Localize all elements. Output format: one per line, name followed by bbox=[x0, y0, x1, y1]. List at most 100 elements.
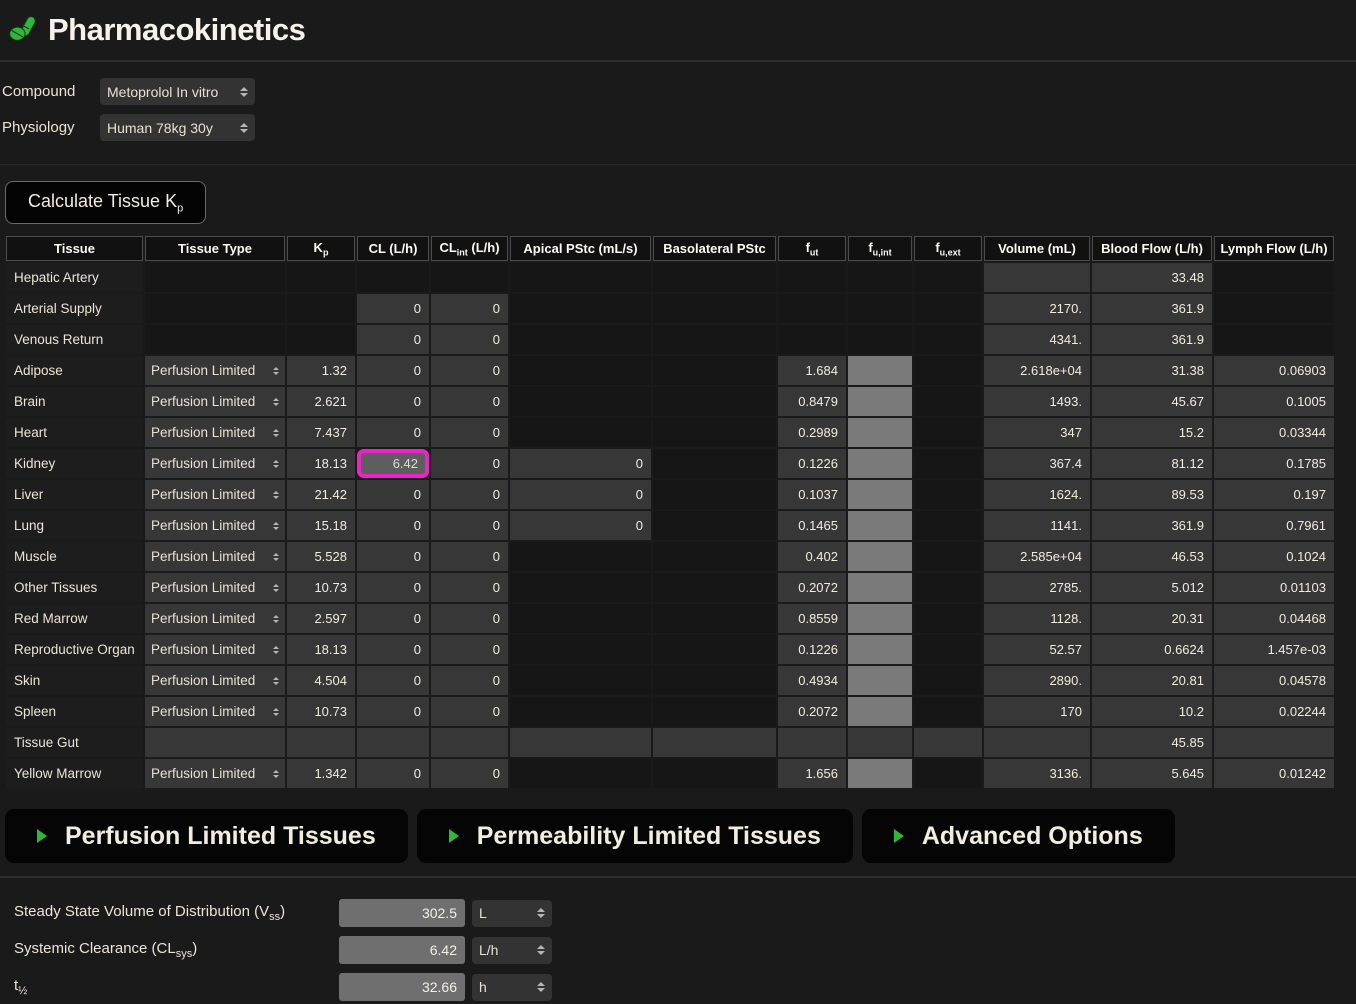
tissue-type-select[interactable]: Perfusion Limited bbox=[145, 759, 285, 788]
spinner-icon bbox=[273, 553, 279, 561]
tissue-type-select[interactable]: Perfusion Limited bbox=[145, 480, 285, 509]
cell-f-u-int[interactable] bbox=[848, 511, 912, 540]
tissue-type-select[interactable]: Perfusion Limited bbox=[145, 356, 285, 385]
cell-f-u-int[interactable] bbox=[848, 480, 912, 509]
divider bbox=[0, 164, 1356, 165]
cell-lymph-flow: 0.7961 bbox=[1214, 511, 1334, 540]
cell-cl[interactable]: 6.42 bbox=[357, 449, 429, 478]
cell-cl-int: 0 bbox=[431, 387, 508, 416]
cell-lymph-flow: 0.01103 bbox=[1214, 573, 1334, 602]
table-row: LiverPerfusion Limited21.420000.10371624… bbox=[6, 480, 1334, 509]
cell-f-u-int[interactable] bbox=[848, 697, 912, 726]
tissue-type-select-value: Perfusion Limited bbox=[151, 518, 255, 533]
cell-cl: 0 bbox=[357, 759, 429, 788]
cell-tissue: Brain bbox=[6, 387, 143, 416]
cell-f-u-int[interactable] bbox=[848, 449, 912, 478]
cell-tissue: Kidney bbox=[6, 449, 143, 478]
tissue-type-select[interactable]: Perfusion Limited bbox=[145, 604, 285, 633]
cell-f-u-int[interactable] bbox=[848, 542, 912, 571]
caret-right-icon bbox=[894, 829, 904, 843]
cell-cl-int: 0 bbox=[431, 449, 508, 478]
compound-select[interactable]: Metoprolol In vitro bbox=[100, 78, 255, 105]
clsys-input[interactable] bbox=[339, 936, 465, 964]
tissue-type-select[interactable]: Perfusion Limited bbox=[145, 387, 285, 416]
cell-volume: 2785. bbox=[984, 573, 1090, 602]
cell-f-u-int[interactable] bbox=[848, 635, 912, 664]
calculate-tissue-kp-button[interactable]: Calculate Tissue Kp bbox=[5, 181, 206, 224]
cell-tissue: Other Tissues bbox=[6, 573, 143, 602]
cell-basolateral-pstc bbox=[653, 294, 776, 323]
cell-f-u-int[interactable] bbox=[848, 573, 912, 602]
cell-f-ut: 0.1226 bbox=[778, 635, 846, 664]
cell-tissue: Liver bbox=[6, 480, 143, 509]
cell-kp: 1.32 bbox=[287, 356, 355, 385]
cell-f-u-int[interactable] bbox=[848, 418, 912, 447]
clsys-unit-select[interactable]: L/h bbox=[472, 937, 552, 964]
cell-basolateral-pstc bbox=[653, 325, 776, 354]
cell-f-u-int bbox=[848, 294, 912, 323]
cell-volume bbox=[984, 263, 1090, 292]
cell-f-u-int[interactable] bbox=[848, 759, 912, 788]
cell-cl: 0 bbox=[357, 356, 429, 385]
cell-blood-flow: 31.38 bbox=[1092, 356, 1212, 385]
cell-tissue: Red Marrow bbox=[6, 604, 143, 633]
tissue-type-select[interactable]: Perfusion Limited bbox=[145, 542, 285, 571]
cell-cl-int: 0 bbox=[431, 325, 508, 354]
cell-blood-flow: 33.48 bbox=[1092, 263, 1212, 292]
cell-cl: 0 bbox=[357, 294, 429, 323]
cell-kp: 10.73 bbox=[287, 573, 355, 602]
cell-volume: 3136. bbox=[984, 759, 1090, 788]
cell-f-u-ext bbox=[914, 604, 982, 633]
col-header-tissue: Tissue bbox=[6, 236, 143, 261]
accordion-permeability-limited-tissues[interactable]: Permeability Limited Tissues bbox=[417, 809, 853, 863]
thalf-input[interactable] bbox=[339, 973, 465, 1001]
tissue-type-select[interactable]: Perfusion Limited bbox=[145, 635, 285, 664]
physiology-select[interactable]: Human 78kg 30y bbox=[100, 114, 255, 141]
vss-label: Steady State Volume of Distribution (Vss… bbox=[14, 903, 339, 923]
vss-unit-select[interactable]: L bbox=[472, 900, 552, 927]
tissue-type-select[interactable]: Perfusion Limited bbox=[145, 573, 285, 602]
cell-f-u-int[interactable] bbox=[848, 666, 912, 695]
cell-volume: 170 bbox=[984, 697, 1090, 726]
vss-input[interactable] bbox=[339, 899, 465, 927]
cell-lymph-flow: 0.04468 bbox=[1214, 604, 1334, 633]
cell-tissue: Lung bbox=[6, 511, 143, 540]
tissue-type-select[interactable]: Perfusion Limited bbox=[145, 511, 285, 540]
col-header-volume: Volume (mL) bbox=[984, 236, 1090, 261]
accordion-perfusion-limited-tissues[interactable]: Perfusion Limited Tissues bbox=[5, 809, 408, 863]
thalf-unit-select[interactable]: h bbox=[472, 974, 552, 1001]
accordion-label: Permeability Limited Tissues bbox=[477, 822, 821, 851]
accordion-advanced-options[interactable]: Advanced Options bbox=[862, 809, 1175, 863]
cell-f-u-int bbox=[848, 728, 912, 757]
cell-basolateral-pstc bbox=[653, 759, 776, 788]
cell-volume: 1493. bbox=[984, 387, 1090, 416]
tissue-type-select[interactable]: Perfusion Limited bbox=[145, 449, 285, 478]
clsys-unit-value: L/h bbox=[479, 942, 498, 958]
accordion-bar: Perfusion Limited Tissues Permeability L… bbox=[5, 809, 1356, 863]
tissue-type-select[interactable]: Perfusion Limited bbox=[145, 666, 285, 695]
cell-cl: 0 bbox=[357, 666, 429, 695]
cell-volume: 1128. bbox=[984, 604, 1090, 633]
cell-kp bbox=[287, 325, 355, 354]
tissue-type-select-value: Perfusion Limited bbox=[151, 363, 255, 378]
cell-cl-int: 0 bbox=[431, 356, 508, 385]
caret-right-icon bbox=[37, 829, 47, 843]
cell-f-u-ext bbox=[914, 325, 982, 354]
cell-f-u-int[interactable] bbox=[848, 356, 912, 385]
spinner-icon bbox=[273, 615, 279, 623]
cell-cl: 0 bbox=[357, 635, 429, 664]
cell-lymph-flow bbox=[1214, 263, 1334, 292]
tissue-type-select[interactable]: Perfusion Limited bbox=[145, 697, 285, 726]
tissue-type-select[interactable]: Perfusion Limited bbox=[145, 418, 285, 447]
cell-f-u-int[interactable] bbox=[848, 604, 912, 633]
cell-basolateral-pstc bbox=[653, 697, 776, 726]
cell-f-u-int[interactable] bbox=[848, 387, 912, 416]
cell-basolateral-pstc bbox=[653, 263, 776, 292]
table-row: Arterial Supply002170.361.9 bbox=[6, 294, 1334, 323]
cell-f-ut: 0.2989 bbox=[778, 418, 846, 447]
cell-kp: 18.13 bbox=[287, 635, 355, 664]
table-row: MusclePerfusion Limited5.528000.4022.585… bbox=[6, 542, 1334, 571]
cell-f-ut: 0.8479 bbox=[778, 387, 846, 416]
cell-volume: 52.57 bbox=[984, 635, 1090, 664]
pills-icon bbox=[8, 15, 38, 45]
